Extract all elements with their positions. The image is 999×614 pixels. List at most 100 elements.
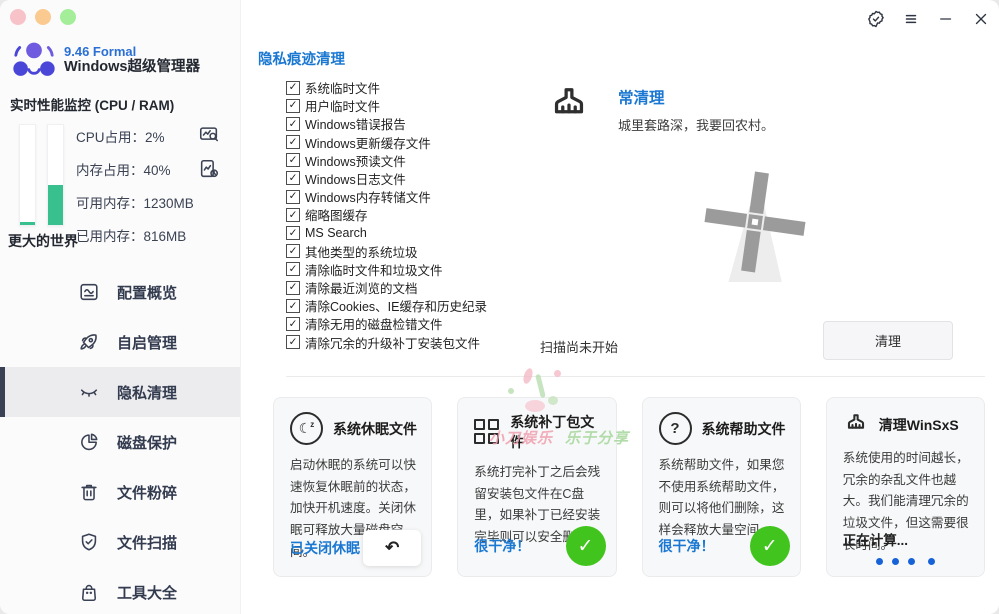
- cleanup-option[interactable]: MS Search: [286, 227, 487, 240]
- memory-detail-icon[interactable]: [198, 158, 220, 180]
- sidebar-item-privacy-clean[interactable]: 隐私清理: [0, 367, 240, 417]
- cleanup-option[interactable]: Windows预读文件: [286, 154, 487, 167]
- clean-button[interactable]: 清理: [823, 321, 953, 360]
- success-check-icon: [750, 526, 790, 566]
- cpu-bar: [19, 124, 36, 226]
- sidebar-item-autostart[interactable]: 自启管理: [0, 317, 240, 367]
- checkbox-checked-icon[interactable]: [286, 208, 300, 222]
- free-memory-stat: 可用内存：1230MB: [76, 192, 194, 212]
- success-check-icon: [566, 526, 606, 566]
- cleanup-option[interactable]: 清除无用的磁盘检错文件: [286, 317, 487, 330]
- sidebar-item-tools[interactable]: 工具大全: [0, 567, 240, 614]
- cleanup-option[interactable]: Windows错误报告: [286, 117, 487, 130]
- checkbox-checked-icon[interactable]: [286, 262, 300, 276]
- loading-dots-icon: [827, 558, 984, 565]
- checkbox-checked-icon[interactable]: [286, 99, 300, 113]
- checkbox-checked-icon[interactable]: [286, 81, 300, 95]
- cleanup-option-label: 清除无用的磁盘检错文件: [305, 314, 443, 333]
- task-monitor-icon[interactable]: [198, 124, 220, 146]
- cleanup-option-label: 清除Cookies、IE缓存和历史纪录: [305, 296, 487, 315]
- card-winsxs: 清理WinSxS 系统使用的时间越长，冗余的杂乱文件也越大。我们能清理冗余的垃圾…: [826, 397, 985, 577]
- close-icon[interactable]: [970, 8, 992, 30]
- checkbox-checked-icon[interactable]: [286, 153, 300, 167]
- cleanup-option[interactable]: 清除最近浏览的文档: [286, 281, 487, 294]
- closed-eye-icon: [78, 381, 100, 403]
- cleanup-option[interactable]: 清除Cookies、IE缓存和历史纪录: [286, 299, 487, 312]
- performance-stats: CPU占用：2% 内存占用：40% 可用内存：1230MB 已用内存：816MB: [76, 126, 194, 245]
- checkbox-checked-icon[interactable]: [286, 190, 300, 204]
- used-memory-stat: 已用内存：816MB: [76, 225, 194, 245]
- checkbox-checked-icon[interactable]: [286, 117, 300, 131]
- checkbox-checked-icon[interactable]: [286, 299, 300, 313]
- cleanup-option[interactable]: Windows内存转储文件: [286, 190, 487, 203]
- broom-icon: [546, 84, 592, 130]
- cleanup-option-label: Windows日志文件: [305, 169, 406, 188]
- app-window: 9.46 Formal Windows超级管理器 实时性能监控 (CPU / R…: [0, 0, 999, 614]
- cleanup-option[interactable]: 其他类型的系统垃圾: [286, 245, 487, 258]
- windmill-illustration: [700, 160, 830, 284]
- card-patch-files: 系统补丁包文件 系统打完补丁之后会残留安装包文件在C盘里，如果补丁已经安装完毕则…: [457, 397, 616, 577]
- checkbox-checked-icon[interactable]: [286, 335, 300, 349]
- checkbox-checked-icon[interactable]: [286, 226, 300, 240]
- card-title: 系统帮助文件: [702, 419, 786, 439]
- sidebar-item-config-overview[interactable]: 配置概览: [0, 267, 240, 317]
- app-logo-icon: [12, 40, 56, 80]
- cleanup-option-label: MS Search: [305, 226, 367, 240]
- checkbox-checked-icon[interactable]: [286, 135, 300, 149]
- cleanup-option-label: 清除临时文件和垃圾文件: [305, 260, 443, 279]
- app-name: Windows超级管理器: [64, 59, 200, 76]
- cleanup-option[interactable]: Windows更新缓存文件: [286, 136, 487, 149]
- cleanup-option[interactable]: 清除冗余的升级补丁安装包文件: [286, 336, 487, 349]
- shield-check-icon: [78, 531, 100, 553]
- cleanup-option-label: 清除最近浏览的文档: [305, 278, 418, 297]
- card-help-files: ? 系统帮助文件 系统帮助文件，如果您不使用系统帮助文件，则可以将他们删除，这样…: [642, 397, 801, 577]
- sidebar-item-file-shred[interactable]: 文件粉碎: [0, 467, 240, 517]
- cleanup-option[interactable]: 用户临时文件: [286, 99, 487, 112]
- quick-clean-subtitle: 城里套路深，我要回农村。: [618, 115, 774, 134]
- hibernation-status-link[interactable]: 已关闭休眠: [290, 538, 360, 558]
- sidebar-item-disk-protect[interactable]: 磁盘保护: [0, 417, 240, 467]
- cleanup-option[interactable]: 缩略图缓存: [286, 208, 487, 221]
- maximize-dot-icon[interactable]: [60, 9, 76, 25]
- sidebar-item-label: 工具大全: [117, 582, 177, 603]
- clean-status-link[interactable]: 很干净！: [659, 536, 715, 556]
- cleanup-option-label: 用户临时文件: [305, 96, 380, 115]
- traffic-lights: [10, 9, 76, 25]
- cleanup-option-label: Windows更新缓存文件: [305, 133, 431, 152]
- calculating-label: 正在计算...: [843, 529, 908, 549]
- cleanup-option[interactable]: 系统临时文件: [286, 81, 487, 94]
- sidebar-item-file-scan[interactable]: 文件扫描: [0, 517, 240, 567]
- app-logo-block: 9.46 Formal Windows超级管理器: [12, 40, 200, 80]
- rocket-icon: [78, 331, 100, 353]
- scan-status: 扫描尚未开始: [540, 337, 618, 356]
- bag-icon: [78, 581, 100, 603]
- checkbox-checked-icon[interactable]: [286, 281, 300, 295]
- verified-badge-icon[interactable]: [865, 8, 887, 30]
- window-controls: [865, 8, 992, 30]
- section-divider: [286, 376, 985, 377]
- cleanup-option[interactable]: 清除临时文件和垃圾文件: [286, 263, 487, 276]
- menu-icon[interactable]: [900, 8, 922, 30]
- card-title: 系统休眠文件: [333, 419, 417, 439]
- minimize-dot-icon[interactable]: [35, 9, 51, 25]
- clean-status-link[interactable]: 很干净！: [474, 536, 530, 556]
- app-version: 9.46 Formal: [64, 44, 200, 60]
- sidebar-item-label: 自启管理: [117, 332, 177, 353]
- undo-icon[interactable]: [363, 530, 421, 566]
- ram-bar-fill: [48, 185, 63, 225]
- cleanup-option[interactable]: Windows日志文件: [286, 172, 487, 185]
- checkbox-checked-icon[interactable]: [286, 171, 300, 185]
- checkbox-checked-icon[interactable]: [286, 317, 300, 331]
- sidebar-item-label: 文件粉碎: [117, 482, 177, 503]
- checkbox-checked-icon[interactable]: [286, 244, 300, 258]
- monitor-shortcuts: [198, 124, 220, 180]
- chart-overview-icon: [78, 281, 100, 303]
- cpu-usage-stat: CPU占用：2%: [76, 126, 194, 146]
- cleanup-cards: ☾z 系统休眠文件 启动休眠的系统可以快速恢复休眠前的状态，加快开机速度。关闭休…: [273, 397, 985, 577]
- sidebar-item-label: 隐私清理: [117, 382, 177, 403]
- close-dot-icon[interactable]: [10, 9, 26, 25]
- broom-icon: [843, 412, 869, 438]
- sleep-moon-icon: ☾z: [290, 412, 323, 445]
- section-label: 更大的世界: [8, 231, 78, 251]
- minimize-icon[interactable]: [935, 8, 957, 30]
